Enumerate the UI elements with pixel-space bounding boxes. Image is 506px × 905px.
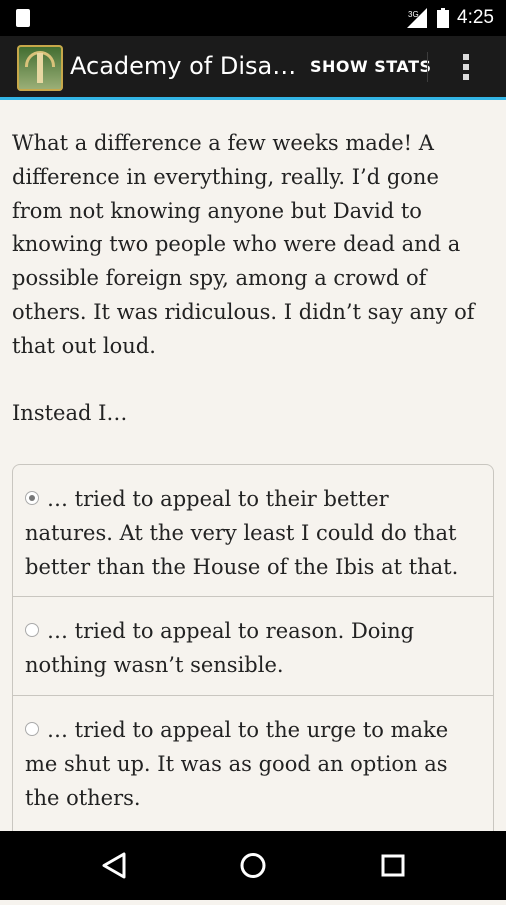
network-type-label: 3G [408, 10, 419, 19]
radio-button-icon[interactable] [25, 623, 39, 638]
notification-icon [16, 9, 30, 27]
signal-icon: 3G [407, 8, 429, 28]
radio-button-selected-icon[interactable] [25, 491, 39, 505]
choice-option[interactable]: … tried to appeal to the urge to make me… [13, 696, 493, 827]
choice-list: … tried to appeal to their better nature… [12, 464, 494, 864]
back-icon[interactable] [78, 831, 148, 900]
navigation-bar [0, 831, 506, 900]
story-paragraph: What a difference a few weeks made! A di… [12, 131, 475, 358]
recents-icon[interactable] [358, 831, 428, 900]
story-text: What a difference a few weeks made! A di… [12, 127, 492, 431]
choice-text: … tried to appeal to the urge to make me… [25, 717, 449, 810]
app-icon[interactable] [17, 45, 63, 91]
radio-button-icon[interactable] [25, 721, 39, 736]
action-bar: Academy of Disa… SHOW STATS [0, 36, 506, 100]
choice-text: … tried to appeal to reason. Doing nothi… [25, 619, 415, 678]
status-bar: 3G 4:25 [0, 0, 506, 36]
choice-option[interactable]: … tried to appeal to their better nature… [13, 465, 493, 598]
show-stats-button[interactable]: SHOW STATS [310, 36, 432, 97]
action-divider [427, 52, 428, 82]
home-icon[interactable] [218, 831, 288, 900]
story-paragraph: Instead I… [12, 401, 128, 426]
choice-text: … tried to appeal to their better nature… [25, 487, 459, 579]
choice-option[interactable]: … tried to appeal to reason. Doing nothi… [13, 597, 493, 696]
battery-icon [437, 8, 450, 28]
app-title: Academy of Disa… [70, 52, 297, 80]
overflow-menu-icon[interactable] [462, 52, 470, 82]
clock: 4:25 [457, 7, 494, 28]
status-icons: 3G 4:25 [407, 0, 494, 36]
